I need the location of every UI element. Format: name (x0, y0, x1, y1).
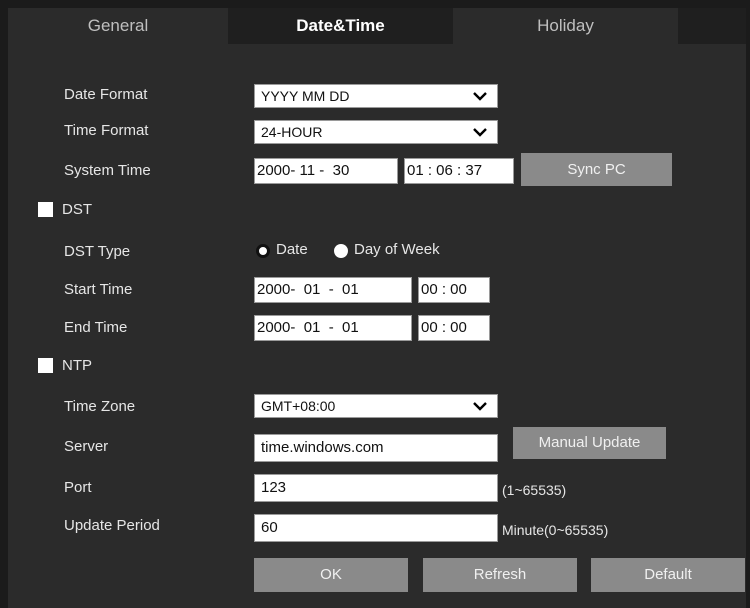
server-input[interactable]: time.windows.com (254, 434, 498, 462)
chevron-down-icon (473, 128, 487, 137)
tab-holiday[interactable]: Holiday (453, 8, 678, 44)
chevron-down-icon (473, 92, 487, 101)
port-input[interactable]: 123 (254, 474, 498, 502)
sync-pc-button[interactable]: Sync PC (521, 153, 672, 186)
port-label: Port (64, 479, 92, 496)
end-time-label: End Time (64, 319, 128, 336)
system-time-label: System Time (64, 162, 151, 179)
date-format-value: YYYY MM DD (261, 88, 350, 104)
tab-date-time[interactable]: Date&Time (228, 8, 453, 44)
system-time-time-field[interactable]: 01 : 06 : 37 (404, 158, 514, 184)
radio-day-of-week-label: Day of Week (354, 241, 440, 258)
ok-button[interactable]: OK (254, 558, 408, 592)
system-time-date-field[interactable]: 2000- 11 - 30 (254, 158, 398, 184)
date-format-select[interactable]: YYYY MM DD (254, 84, 498, 108)
dst-type-label: DST Type (64, 243, 131, 260)
ntp-label: NTP (62, 357, 92, 374)
update-period-input[interactable]: 60 (254, 514, 498, 542)
default-button[interactable]: Default (591, 558, 745, 592)
tab-general[interactable]: General (8, 8, 228, 44)
update-period-label: Update Period (64, 517, 160, 534)
end-time-date-field[interactable]: 2000- 01 - 01 (254, 315, 412, 341)
tab-bar: General Date&Time Holiday (8, 8, 746, 44)
update-period-hint: Minute(0~65535) (502, 522, 609, 538)
dst-type-radio-group: Date Day of Week (256, 241, 496, 263)
start-time-date-field[interactable]: 2000- 01 - 01 (254, 277, 412, 303)
start-time-time-field[interactable]: 00 : 00 (418, 277, 490, 303)
tab-bar-filler (678, 8, 746, 44)
time-format-value: 24-HOUR (261, 124, 323, 140)
server-label: Server (64, 438, 109, 455)
radio-day-of-week[interactable] (334, 244, 348, 258)
ntp-checkbox[interactable] (38, 358, 53, 373)
time-format-label: Time Format (64, 122, 149, 139)
chevron-down-icon (473, 402, 487, 411)
time-zone-label: Time Zone (64, 398, 136, 415)
settings-panel: General Date&Time Holiday Date Format YY… (8, 8, 746, 608)
manual-update-button[interactable]: Manual Update (513, 427, 666, 459)
start-time-label: Start Time (64, 281, 133, 298)
time-zone-select[interactable]: GMT+08:00 (254, 394, 498, 418)
radio-date[interactable] (256, 244, 270, 258)
date-format-label: Date Format (64, 86, 148, 103)
end-time-time-field[interactable]: 00 : 00 (418, 315, 490, 341)
port-range-hint: (1~65535) (502, 482, 567, 498)
dst-label: DST (62, 201, 92, 218)
time-zone-value: GMT+08:00 (261, 398, 336, 414)
radio-date-label: Date (276, 241, 308, 258)
refresh-button[interactable]: Refresh (423, 558, 577, 592)
time-format-select[interactable]: 24-HOUR (254, 120, 498, 144)
dst-checkbox[interactable] (38, 202, 53, 217)
